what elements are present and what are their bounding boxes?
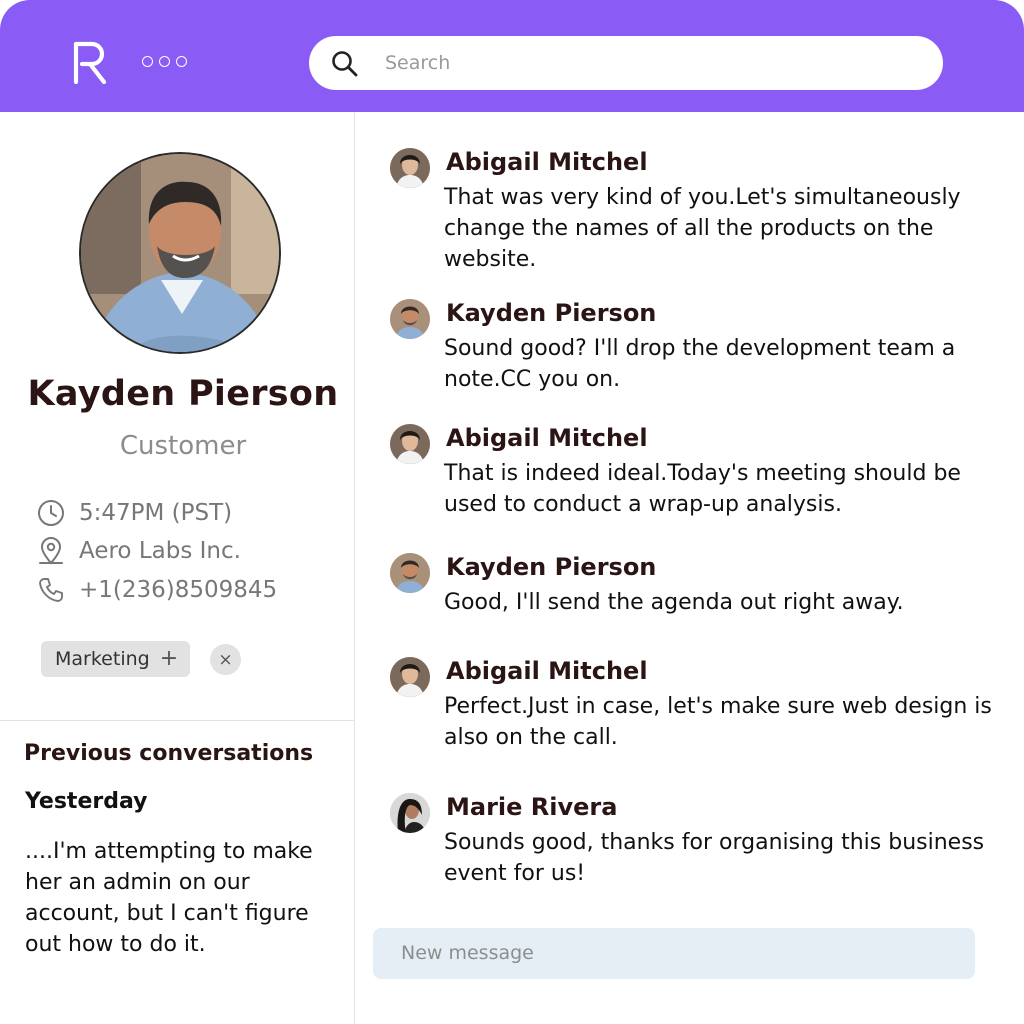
app-logo-icon[interactable] [72,40,112,84]
phone-icon [39,578,63,602]
avatar [390,424,430,464]
location-pin-icon [39,537,63,565]
top-bar [0,0,1024,112]
message-sender: Abigail Mitchel [446,424,648,452]
message-sender: Abigail Mitchel [446,148,648,176]
profile-photo [81,154,279,352]
divider [0,720,355,721]
avatar [390,299,430,339]
dot-icon [142,56,153,67]
search-input[interactable] [385,46,905,80]
previous-conversation-snippet[interactable]: ....I'm attempting to make her an admin … [25,836,345,960]
previous-conversation-day: Yesterday [25,789,148,814]
profile-avatar [79,152,281,354]
phone-row: +1(236)8509845 [36,575,277,605]
search-bar[interactable] [309,36,943,90]
previous-conversations-title: Previous conversations [24,741,314,766]
remove-tag-button[interactable]: × [210,644,241,675]
local-time: 5:47PM (PST) [79,500,233,526]
tag-marketing[interactable]: Marketing + [41,641,190,677]
local-time-row: 5:47PM (PST) [36,498,232,528]
message-sender: Abigail Mitchel [446,657,648,685]
dot-icon [176,56,187,67]
chat-panel: Abigail Mitchel That was very kind of yo… [356,112,1024,1024]
message-composer[interactable] [373,928,975,979]
message-sender: Marie Rivera [446,793,618,821]
tag-label: Marketing [55,648,150,670]
company-name: Aero Labs Inc. [79,538,241,564]
message-text: Perfect.Just in case, let's make sure we… [444,694,992,750]
clock-icon [38,500,64,526]
more-options-icon[interactable] [142,56,187,67]
profile-name: Kayden Pierson [27,374,339,414]
message-text: That is indeed ideal.Today's meeting sho… [444,461,961,517]
avatar [390,793,430,833]
message-text: Good, I'll send the agenda out right awa… [444,590,904,615]
company-row: Aero Labs Inc. [36,536,241,566]
dot-icon [159,56,170,67]
phone-number[interactable]: +1(236)8509845 [79,577,277,603]
message-text: Sounds good, thanks for organising this … [444,830,985,886]
message-sender: Kayden Pierson [446,553,657,581]
avatar [390,553,430,593]
message-sender: Kayden Pierson [446,299,657,327]
add-tag-icon[interactable]: + [160,648,178,670]
message-text: That was very kind of you.Let's simultan… [444,185,961,272]
message-text: Sound good? I'll drop the development te… [444,336,956,392]
profile-role: Customer [119,431,247,461]
avatar [390,148,430,188]
new-message-input[interactable] [401,936,961,970]
search-icon[interactable] [331,50,359,78]
profile-panel: Kayden Pierson Customer 5:47PM (PST) Aer… [0,112,355,1024]
avatar [390,657,430,697]
